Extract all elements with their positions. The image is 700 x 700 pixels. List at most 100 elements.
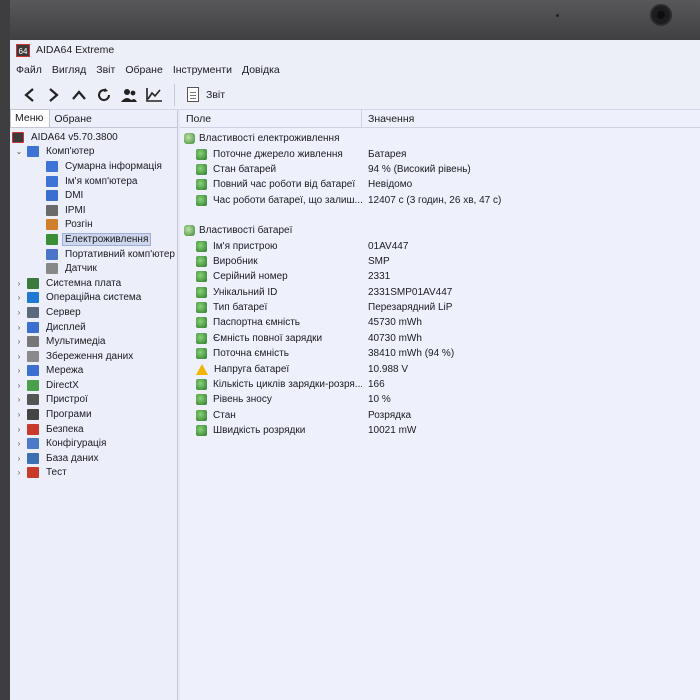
property-value: 01AV447 [368,240,409,252]
property-row[interactable]: Ємність повної зарядки 40730 mWh [180,331,700,346]
group-header-row[interactable]: Властивості батареї [180,223,700,238]
property-field: Стан батарей [180,163,362,175]
tree-root[interactable]: AIDA64 v5.70.3800 [10,130,177,145]
tree-item-label: Сумарна інформація [65,160,162,172]
tree-section[interactable]: › Конфігурація [10,436,177,451]
tree-section[interactable]: › Системна плата [10,276,177,291]
property-row[interactable]: Швидкість розрядки 10021 mW [180,423,700,438]
column-header-field[interactable]: Поле [180,109,362,128]
tree-section-label: Пристрої [46,394,88,406]
menu-report[interactable]: Звіт [96,64,115,76]
battery-icon [196,302,207,314]
camera-led [556,14,559,17]
expand-arrow-icon[interactable]: › [14,323,24,332]
tree-section[interactable]: › Програми [10,407,177,422]
tree-item[interactable]: Ім'я комп'ютера [10,174,177,189]
expand-arrow-icon[interactable]: › [14,293,24,302]
expand-arrow-icon[interactable]: › [14,468,24,477]
tree-section-label: Операційна система [46,292,142,304]
power-group-icon [184,225,195,237]
tree-section[interactable]: › Збереження даних [10,349,177,364]
property-row[interactable]: Стан батарей 94 % (Високий рівень) [180,162,700,177]
tree-item[interactable]: Сумарна інформація [10,159,177,174]
property-row[interactable]: Напруга батареї 10.988 V [180,361,700,376]
menu-view[interactable]: Вигляд [52,64,86,76]
property-row[interactable]: Час роботи батареї, що залиш... 12407 с (… [180,193,700,208]
property-row[interactable]: Рівень зносу 10 % [180,392,700,407]
property-value: 2331 [368,271,391,283]
expand-arrow-icon[interactable]: › [14,454,24,463]
tree-section[interactable]: › Тест [10,466,177,481]
tree-section[interactable]: › Мультимедіа [10,334,177,349]
tree-section[interactable]: › Сервер [10,305,177,320]
expand-arrow-icon[interactable]: › [14,366,24,375]
tree-section[interactable]: › Пристрої [10,393,177,408]
tree-section[interactable]: › Безпека [10,422,177,437]
property-row[interactable]: Повний час роботи від батареї Невідомо [180,177,700,192]
tree-item[interactable]: Електроживлення [10,232,177,247]
battery-icon [196,286,207,298]
property-value: 2331SMP01AV447 [368,286,453,298]
refresh-button[interactable] [91,82,116,108]
up-button[interactable] [66,82,91,108]
expand-arrow-icon[interactable]: › [14,439,24,448]
menu-favorites[interactable]: Обране [125,64,163,76]
menu-file[interactable]: Файл [16,64,42,76]
tree-item[interactable]: Датчик [10,261,177,276]
property-row[interactable]: Ім'я пристрою 01AV447 [180,238,700,253]
tree-section[interactable]: › Дисплей [10,320,177,335]
tree-item[interactable]: DMI [10,188,177,203]
property-field-label: Напруга батареї [214,363,290,375]
tree-section[interactable]: › База даних [10,451,177,466]
expand-arrow-icon[interactable]: › [14,425,24,434]
tree-item-icon [46,204,58,216]
expand-arrow-icon[interactable]: ⌄ [14,147,24,156]
tree-section-label: Програми [46,409,92,421]
expand-arrow-icon[interactable]: › [14,308,24,317]
tab-menu[interactable]: Меню [10,109,51,127]
property-row[interactable]: Паспортна ємність 45730 mWh [180,315,700,330]
tree-computer[interactable]: ⌄ Комп'ютер [10,145,177,160]
expand-arrow-icon[interactable]: › [14,279,24,288]
expand-arrow-icon[interactable]: › [14,352,24,361]
expand-arrow-icon[interactable]: › [14,337,24,346]
property-row[interactable]: Виробник SMP [180,254,700,269]
expand-arrow-icon[interactable]: › [14,410,24,419]
property-field: Тип батареї [180,302,362,314]
tab-favorites[interactable]: Обране [50,113,98,127]
tree-item[interactable]: Портативний комп'ютер [10,247,177,262]
tree-item-icon [46,160,58,172]
tree-section-icon [27,452,39,464]
forward-button[interactable] [41,82,66,108]
menu-help[interactable]: Довідка [242,64,280,76]
property-row[interactable]: Поточна ємність 38410 mWh (94 %) [180,346,700,361]
tree-section-label: Дисплей [46,321,86,333]
tree-section[interactable]: › Операційна система [10,291,177,306]
column-header-value[interactable]: Значення [362,113,414,125]
property-row[interactable]: Стан Розрядка [180,408,700,423]
tree-section[interactable]: › DirectX [10,378,177,393]
property-row[interactable]: Тип батареї Перезарядний LiP [180,300,700,315]
battery-icon [196,394,207,406]
property-row[interactable]: Унікальний ID 2331SMP01AV447 [180,285,700,300]
back-button[interactable] [16,82,41,108]
tree-section[interactable]: › Мережа [10,364,177,379]
tree-item-label: Портативний комп'ютер [65,248,175,260]
expand-arrow-icon[interactable]: › [14,381,24,390]
property-row[interactable]: Поточне джерело живлення Батарея [180,146,700,161]
users-button[interactable] [116,82,141,108]
expand-arrow-icon[interactable]: › [14,395,24,404]
group-header-row[interactable]: Властивості електроживлення [180,131,700,146]
tree-item[interactable]: Розгін [10,218,177,233]
property-field-label: Повний час роботи від батареї [213,179,356,191]
chart-button[interactable] [141,82,166,108]
tree-computer-label: Комп'ютер [46,146,95,158]
tree-section-icon [27,379,39,391]
tree-item-label: IPMI [65,204,86,216]
menu-tools[interactable]: Інструменти [173,64,232,76]
property-row[interactable]: Серійний номер 2331 [180,269,700,284]
property-row[interactable]: Кількість циклів зарядки-розря... 166 [180,377,700,392]
tree-section-icon [27,321,39,333]
tree-item[interactable]: IPMI [10,203,177,218]
report-button[interactable]: Звіт [181,83,231,107]
